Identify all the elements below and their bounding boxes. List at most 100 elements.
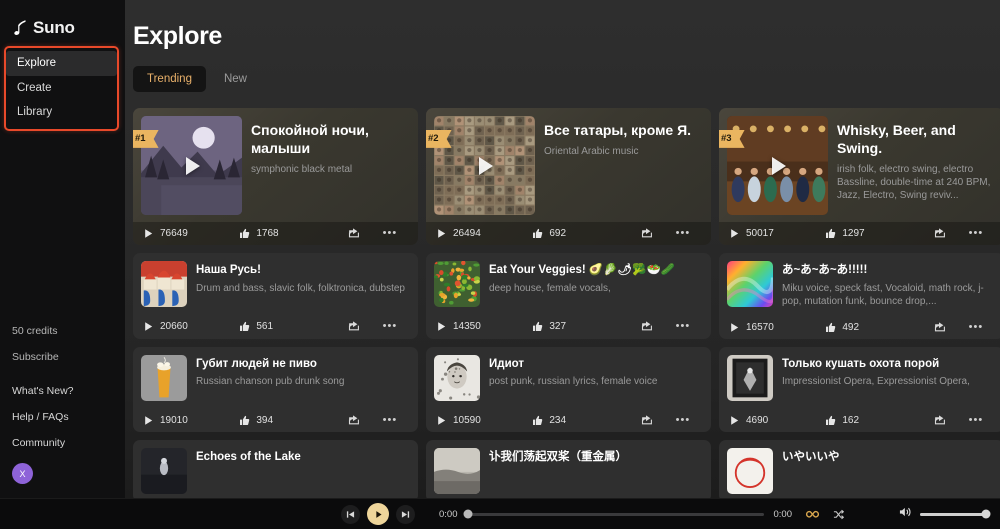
tab-trending[interactable]: Trending <box>133 66 206 92</box>
like-count[interactable]: 492 <box>825 322 921 333</box>
share-button[interactable] <box>922 413 958 428</box>
song-artwork[interactable] <box>727 354 773 401</box>
play-count-icon <box>143 415 154 426</box>
sidebar-link-whats-new[interactable]: What's New? <box>12 385 125 397</box>
play-count[interactable]: 16570 <box>729 322 825 333</box>
song-artwork[interactable] <box>141 354 187 401</box>
song-title[interactable]: Whisky, Beer, and Swing. <box>837 122 996 158</box>
more-options-button[interactable]: ••• <box>665 228 701 239</box>
sidebar-item-explore[interactable]: Explore <box>6 51 117 76</box>
more-options-button[interactable]: ••• <box>372 321 408 332</box>
share-button[interactable] <box>336 226 372 241</box>
song-title[interactable]: あ~あ~あ~あ!!!!! <box>782 263 996 278</box>
more-options-button[interactable]: ••• <box>958 414 994 426</box>
share-button[interactable] <box>629 413 665 428</box>
shuffle-icon[interactable] <box>833 509 844 520</box>
song-card[interactable]: Только кушать охота порой Impressionist O… <box>719 346 1000 432</box>
song-artwork[interactable] <box>727 261 773 307</box>
share-icon[interactable] <box>934 320 946 335</box>
sidebar-link-community[interactable]: Community <box>12 437 125 449</box>
sidebar-item-library[interactable]: Library <box>6 100 117 125</box>
play-count[interactable]: 26494 <box>436 228 532 239</box>
song-artwork[interactable] <box>141 447 187 494</box>
like-count[interactable]: 234 <box>532 415 628 426</box>
play-count[interactable]: 14350 <box>436 321 532 332</box>
volume-knob[interactable] <box>981 509 991 519</box>
like-count[interactable]: 162 <box>825 415 921 426</box>
progress-knob[interactable] <box>463 509 472 519</box>
subscribe-link[interactable]: Subscribe <box>12 351 125 363</box>
song-card[interactable]: #2 Все татары, кроме Я. Oriental Arabic mu… <box>426 108 711 245</box>
share-icon[interactable] <box>641 226 653 241</box>
song-card[interactable]: Eat Your Veggies! 🥑🥬🌶🥦🥗🥒 deep house, fema… <box>426 253 711 339</box>
share-button[interactable] <box>629 319 665 334</box>
share-icon[interactable] <box>934 226 946 241</box>
share-button[interactable] <box>922 226 958 241</box>
song-title[interactable]: Только кушать охота порой <box>782 357 996 372</box>
play-count[interactable]: 19010 <box>143 415 239 426</box>
song-title[interactable]: Спокойной ночи, малыши <box>251 122 410 158</box>
more-options-button[interactable]: ••• <box>372 228 408 239</box>
skip-previous-icon[interactable] <box>341 504 360 524</box>
song-card[interactable]: Echoes of the Lake <box>133 439 418 502</box>
play-count[interactable]: 76649 <box>143 228 239 239</box>
more-options-button[interactable]: ••• <box>665 321 701 332</box>
like-count[interactable]: 1297 <box>825 228 921 239</box>
song-title[interactable]: Eat Your Veggies! 🥑🥬🌶🥦🥗🥒 <box>489 263 703 278</box>
song-card[interactable]: Идиот post punk, russian lyrics, female v… <box>426 346 711 432</box>
song-card[interactable]: Губит людей не пиво Russian chanson pub d… <box>133 346 418 432</box>
sidebar-link-help-faqs[interactable]: Help / FAQs <box>12 411 125 423</box>
volume-slider[interactable] <box>920 509 991 519</box>
like-count[interactable]: 1768 <box>239 228 335 239</box>
skip-next-icon[interactable] <box>396 504 415 524</box>
volume-high-icon[interactable] <box>899 505 912 523</box>
progress-scrubber[interactable] <box>463 509 764 519</box>
song-artwork[interactable] <box>434 447 480 494</box>
song-artwork[interactable] <box>434 354 480 401</box>
play-count[interactable]: 20660 <box>143 321 239 332</box>
song-title[interactable]: いやいいや <box>782 450 996 465</box>
like-count[interactable]: 561 <box>239 321 335 332</box>
share-icon[interactable] <box>348 226 360 241</box>
song-artwork[interactable] <box>141 261 187 307</box>
song-card[interactable]: #1 Спокойной ночи, малыши symphonic black … <box>133 108 418 245</box>
song-card[interactable]: あ~あ~あ~あ!!!!! Miku voice, speck fast, Voca… <box>719 253 1000 339</box>
song-title[interactable]: 讣我们荡起双桨（重金属） <box>489 450 703 465</box>
more-options-button[interactable]: ••• <box>958 228 994 239</box>
like-count[interactable]: 692 <box>532 228 628 239</box>
like-count[interactable]: 327 <box>532 321 628 332</box>
song-card[interactable]: Наша Русь! Drum and bass, slavic folk, fo… <box>133 253 418 339</box>
share-icon[interactable] <box>641 413 653 428</box>
share-button[interactable] <box>336 319 372 334</box>
more-options-button[interactable]: ••• <box>958 321 994 333</box>
song-title[interactable]: Echoes of the Lake <box>196 450 410 465</box>
tab-new[interactable]: New <box>210 66 261 92</box>
song-card[interactable]: いやいいや <box>719 439 1000 502</box>
play-icon[interactable] <box>367 503 389 525</box>
song-title[interactable]: Идиот <box>489 357 703 372</box>
share-icon[interactable] <box>348 319 360 334</box>
song-title[interactable]: Губит людей не пиво <box>196 357 410 372</box>
song-card[interactable]: #3 Whisky, Beer, and Swing. irish folk, el… <box>719 108 1000 245</box>
play-count[interactable]: 4690 <box>729 415 825 426</box>
song-artwork[interactable] <box>727 447 773 494</box>
share-button[interactable] <box>336 413 372 428</box>
more-options-button[interactable]: ••• <box>372 414 408 426</box>
sidebar-item-create[interactable]: Create <box>6 76 117 101</box>
like-count[interactable]: 394 <box>239 415 335 426</box>
share-icon[interactable] <box>934 413 946 428</box>
song-title[interactable]: Наша Русь! <box>196 263 410 278</box>
song-artwork[interactable] <box>434 261 480 307</box>
infinity-icon[interactable] <box>806 510 819 519</box>
play-count[interactable]: 10590 <box>436 415 532 426</box>
song-card[interactable]: 讣我们荡起双桨（重金属） <box>426 439 711 502</box>
avatar[interactable]: X <box>12 463 33 484</box>
share-icon[interactable] <box>641 319 653 334</box>
share-button[interactable] <box>629 226 665 241</box>
share-button[interactable] <box>922 320 958 335</box>
song-title[interactable]: Все татары, кроме Я. <box>544 122 703 140</box>
more-options-button[interactable]: ••• <box>665 414 701 426</box>
share-icon[interactable] <box>348 413 360 428</box>
brand-logo[interactable]: Suno <box>0 0 125 42</box>
play-count[interactable]: 50017 <box>729 228 825 239</box>
